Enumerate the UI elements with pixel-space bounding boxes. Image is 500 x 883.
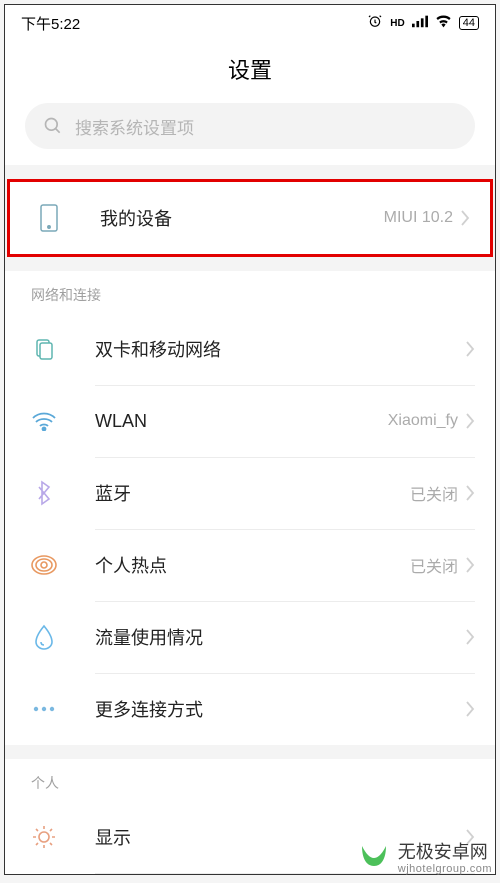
bluetooth-icon [29, 480, 59, 506]
wlan-row[interactable]: WLAN Xiaomi_fy [5, 385, 495, 457]
chevron-right-icon [461, 210, 470, 226]
sim-icon [29, 337, 59, 361]
search-placeholder: 搜索系统设置项 [75, 114, 194, 139]
watermark-brand: 无极安卓网 [398, 842, 488, 862]
hotspot-row[interactable]: 个人热点 已关闭 [5, 529, 495, 601]
item-label: 个人热点 [95, 552, 410, 578]
section-header-network: 网络和连接 [5, 271, 495, 313]
signal-icon [412, 14, 428, 32]
status-bar: 下午5:22 HD 44 [5, 5, 495, 41]
more-connections-row[interactable]: 更多连接方式 [5, 673, 495, 745]
my-device-row[interactable]: 我的设备 MIUI 10.2 [10, 182, 490, 254]
item-label: WLAN [95, 411, 388, 432]
item-label: 流量使用情况 [95, 624, 458, 650]
search-input[interactable]: 搜索系统设置项 [25, 103, 475, 149]
item-label: 更多连接方式 [95, 696, 458, 722]
chevron-right-icon [466, 341, 475, 357]
item-value: MIUI 10.2 [384, 209, 453, 227]
alarm-icon [367, 13, 383, 33]
item-value: 已关闭 [410, 553, 458, 577]
chevron-right-icon [466, 485, 475, 501]
settings-list[interactable]: 我的设备 MIUI 10.2 网络和连接 双卡和移动网络 [5, 165, 495, 874]
page-title: 设置 [5, 41, 495, 103]
search-icon [43, 116, 63, 136]
chevron-right-icon [466, 413, 475, 429]
display-icon [29, 824, 59, 850]
data-usage-row[interactable]: 流量使用情况 [5, 601, 495, 673]
battery-indicator: 44 [459, 16, 479, 30]
item-value: 已关闭 [410, 481, 458, 505]
data-usage-icon [29, 624, 59, 650]
bluetooth-row[interactable]: 蓝牙 已关闭 [5, 457, 495, 529]
sim-row[interactable]: 双卡和移动网络 [5, 313, 495, 385]
wifi-status-icon [435, 14, 452, 32]
hotspot-icon [29, 554, 59, 576]
more-icon [29, 705, 59, 713]
watermark-logo-icon [356, 836, 392, 877]
item-label: 蓝牙 [95, 480, 410, 506]
chevron-right-icon [466, 629, 475, 645]
status-time: 下午5:22 [21, 13, 80, 34]
hd-icon: HD [390, 18, 404, 29]
chevron-right-icon [466, 701, 475, 717]
watermark-url: wjhotelgroup.com [398, 864, 492, 875]
phone-screen: 下午5:22 HD 44 设置 搜索系统设置项 [4, 4, 496, 875]
item-label: 我的设备 [100, 205, 384, 231]
item-label: 双卡和移动网络 [95, 336, 458, 362]
highlighted-row: 我的设备 MIUI 10.2 [7, 179, 493, 257]
watermark: 无极安卓网 wjhotelgroup.com [356, 836, 492, 877]
phone-icon [34, 204, 64, 232]
section-header-personal: 个人 [5, 759, 495, 801]
item-value: Xiaomi_fy [388, 412, 458, 430]
chevron-right-icon [466, 557, 475, 573]
wifi-icon [29, 411, 59, 431]
